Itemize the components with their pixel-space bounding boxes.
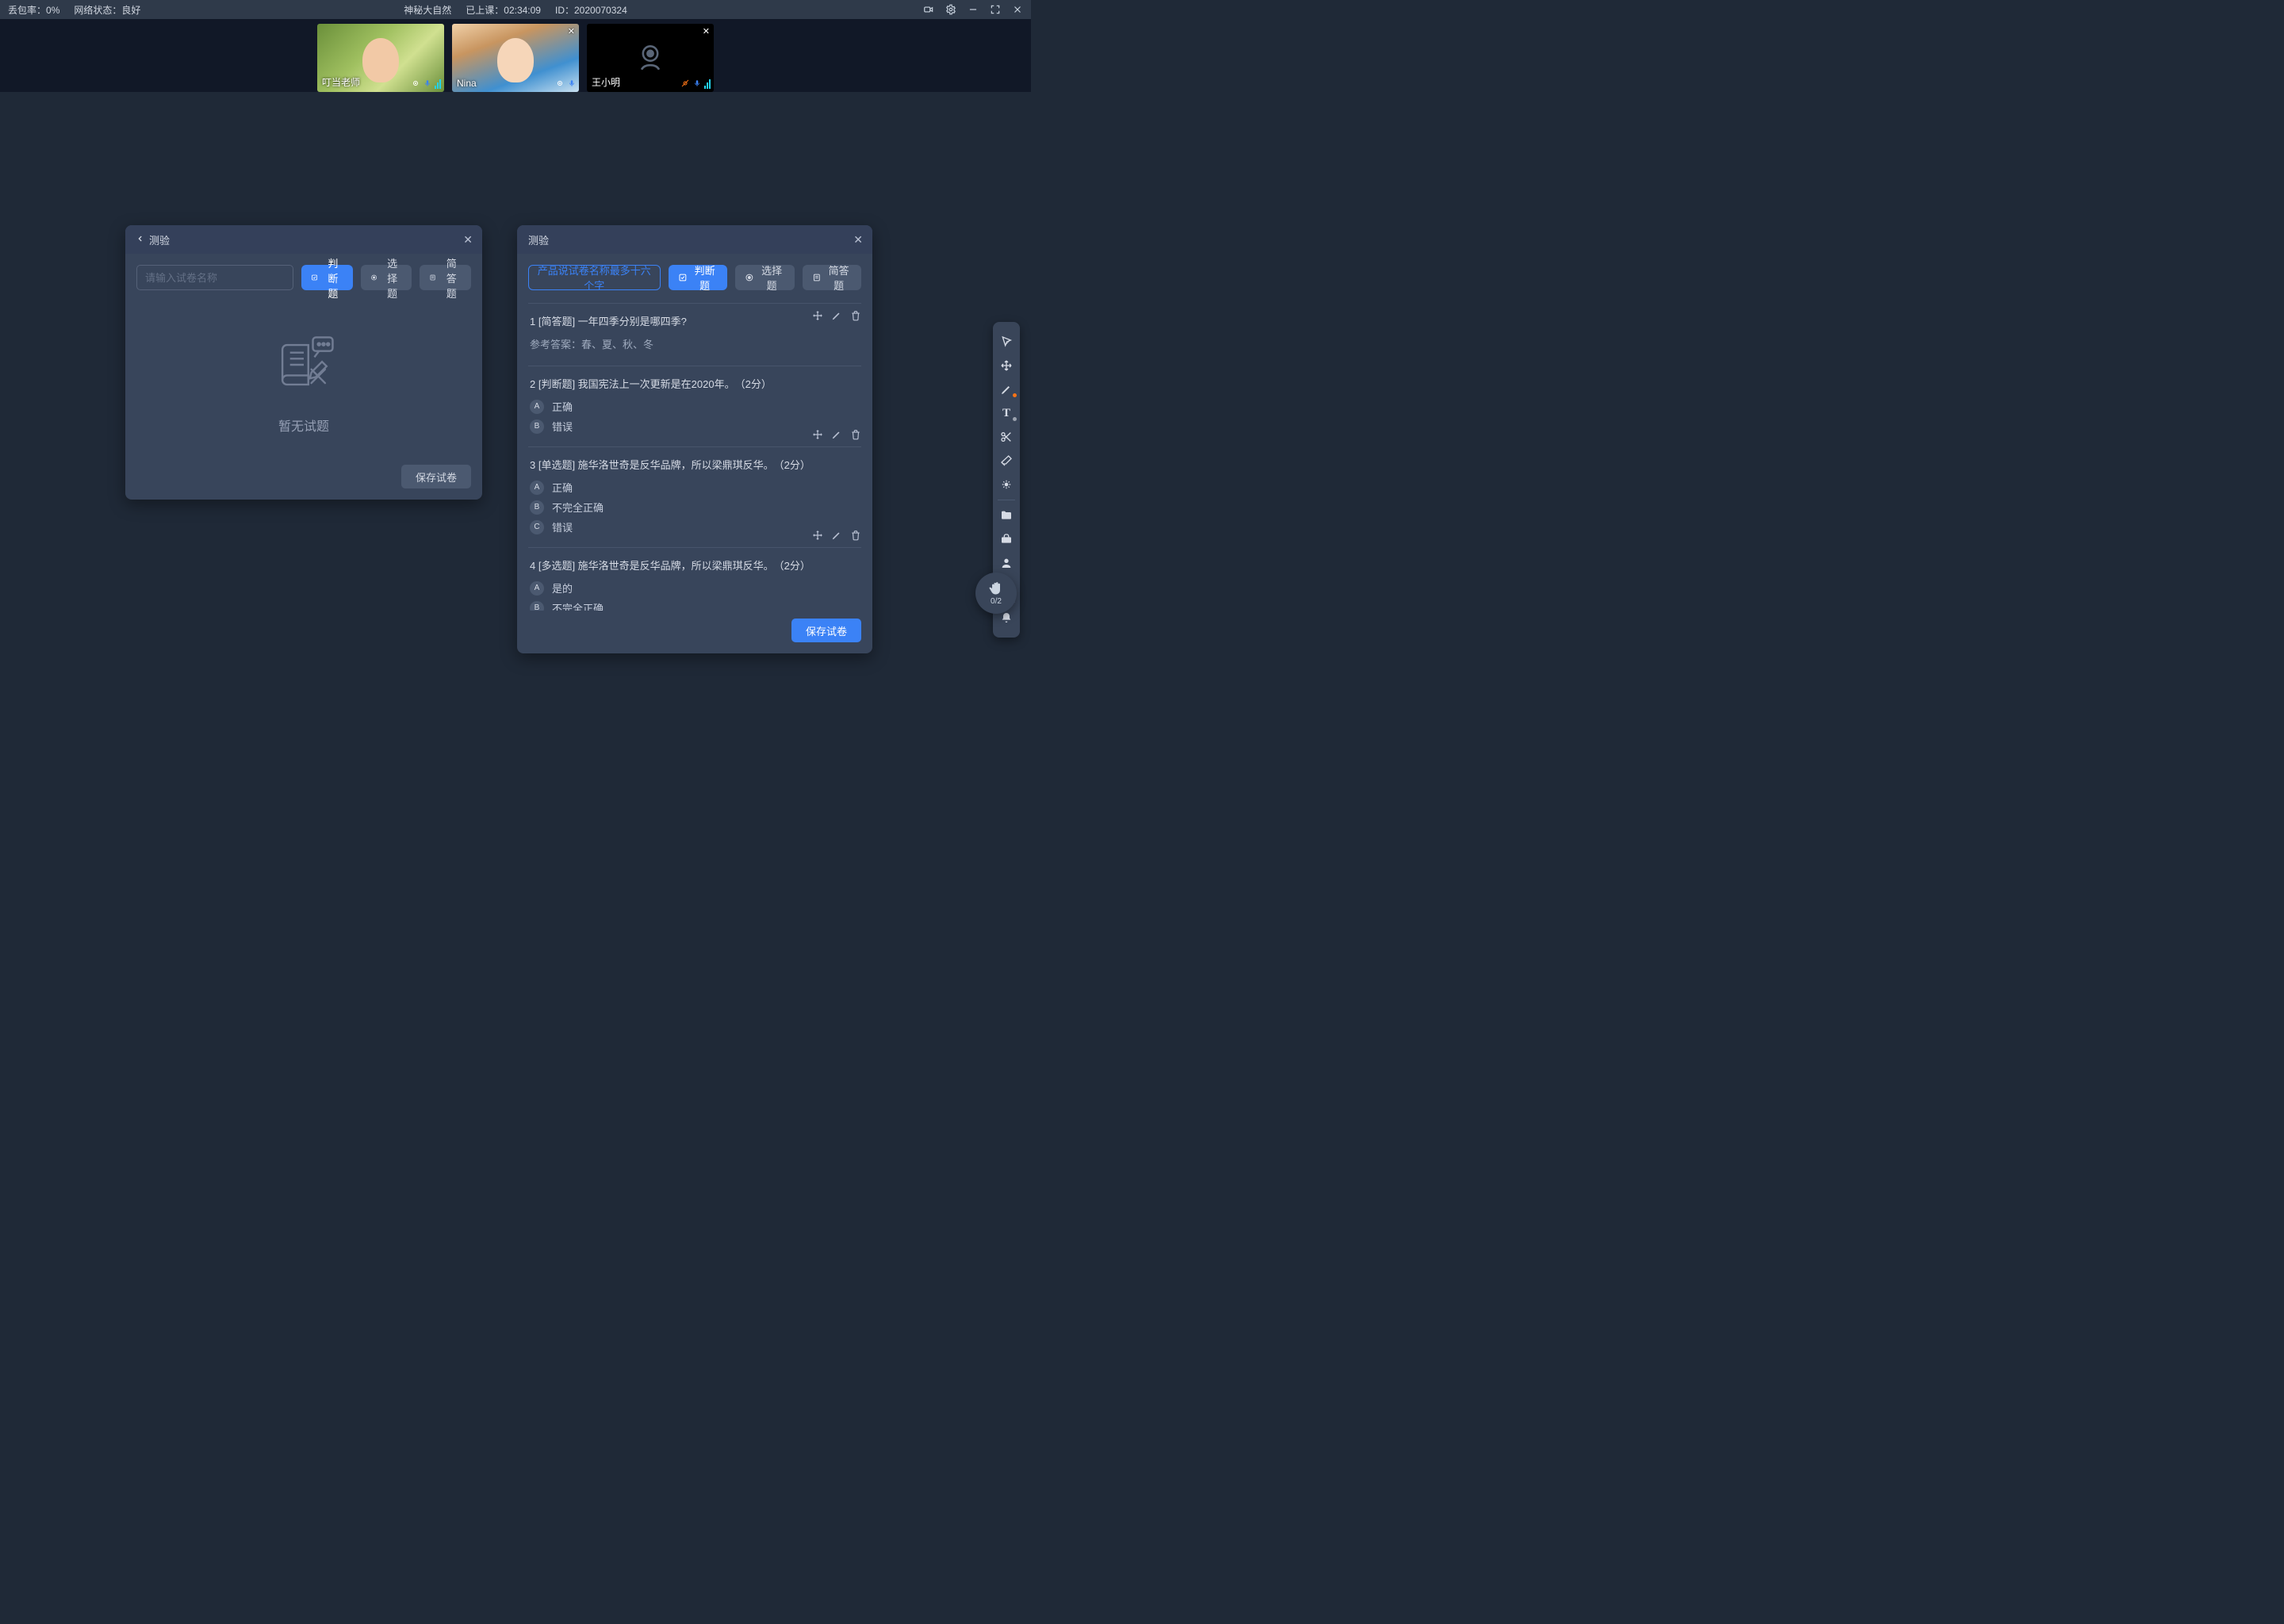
camera-on-icon: [411, 79, 420, 88]
camera-off-badge-icon: [680, 79, 690, 88]
question-option[interactable]: B不完全正确: [530, 500, 860, 515]
quiz-panel-filled: 测验 ✕ 产品说试卷名称最多十六个字 判断题 选择题 简答题 1 [简答题] 一…: [517, 225, 872, 653]
judge-question-button[interactable]: 判断题: [669, 265, 727, 290]
laser-tool-icon[interactable]: [993, 473, 1020, 496]
folder-tool-icon[interactable]: [993, 504, 1020, 527]
option-badge: B: [530, 419, 544, 434]
scissors-tool-icon[interactable]: [993, 425, 1020, 449]
move-icon[interactable]: [812, 310, 823, 321]
panel-close-icon[interactable]: ✕: [853, 233, 863, 247]
network-status: 网络状态：良好: [74, 3, 140, 17]
mic-on-icon: [568, 78, 576, 89]
question-actions: [812, 429, 861, 440]
question-option[interactable]: A是的: [530, 580, 860, 596]
signal-icon: [435, 78, 441, 89]
option-badge: A: [530, 481, 544, 495]
option-badge: A: [530, 400, 544, 414]
pen-tool-icon[interactable]: [993, 377, 1020, 401]
video-strip: 叮当老师 ✕ Nina ✕ 王小明: [0, 19, 1031, 92]
short-answer-button[interactable]: 简答题: [803, 265, 861, 290]
participant-name: 叮当老师: [322, 75, 360, 89]
question-title: 4 [多选题] 施华洛世奇是反华品牌，所以梁鼎琪反华。 （2分）: [530, 557, 860, 573]
mic-on-icon: [693, 78, 701, 89]
room-title: 神秘大自然: [404, 3, 451, 17]
close-icon[interactable]: [1012, 4, 1023, 15]
back-icon[interactable]: [136, 234, 144, 246]
participant-name: Nina: [457, 78, 477, 89]
video-tile[interactable]: 叮当老师: [317, 24, 444, 92]
edit-icon[interactable]: [831, 429, 842, 440]
question-item: 3 [单选题] 施华洛世奇是反华品牌，所以梁鼎琪反华。 （2分） A正确 B不完全正…: [528, 446, 861, 547]
judge-question-button[interactable]: 判断题: [301, 265, 353, 290]
hand-icon: [988, 580, 1004, 596]
tile-close-icon[interactable]: ✕: [703, 26, 710, 36]
question-title: 1 [简答题] 一年四季分别是哪四季?: [530, 313, 860, 328]
video-tile[interactable]: ✕ Nina: [452, 24, 579, 92]
move-tool-icon[interactable]: [993, 354, 1020, 377]
question-title: 2 [判断题] 我国宪法上一次更新是在2020年。 （2分）: [530, 376, 860, 391]
question-answer: 参考答案：春、夏、秋、冬: [530, 336, 860, 351]
text-tool-icon[interactable]: T: [993, 401, 1020, 425]
short-answer-button[interactable]: 简答题: [420, 265, 471, 290]
participant-name: 王小明: [592, 75, 620, 89]
camera-off-icon: [633, 40, 668, 75]
quiz-panel-empty: 测验 ✕ 判断题 选择题 简答题: [125, 225, 482, 500]
question-item: 4 [多选题] 施华洛世奇是反华品牌，所以梁鼎琪反华。 （2分） A是的 B不完全正…: [528, 547, 861, 611]
toolbox-tool-icon[interactable]: [993, 527, 1020, 551]
save-paper-button[interactable]: 保存试卷: [401, 465, 471, 488]
room-id: ID：2020070324: [555, 3, 627, 17]
delete-icon[interactable]: [850, 530, 861, 541]
fullscreen-icon[interactable]: [990, 4, 1001, 15]
delete-icon[interactable]: [850, 429, 861, 440]
save-paper-button[interactable]: 保存试卷: [791, 619, 861, 642]
camera-toggle-icon[interactable]: [923, 4, 934, 15]
eraser-tool-icon[interactable]: [993, 449, 1020, 473]
video-tile[interactable]: ✕ 王小明: [587, 24, 714, 92]
question-option[interactable]: C错误: [530, 519, 860, 534]
panel-close-icon[interactable]: ✕: [463, 233, 473, 247]
camera-on-icon: [555, 79, 565, 88]
question-actions: [812, 310, 861, 321]
question-option[interactable]: A正确: [530, 399, 860, 414]
move-icon[interactable]: [812, 530, 823, 541]
empty-text: 暂无试题: [278, 416, 329, 435]
edit-icon[interactable]: [831, 530, 842, 541]
elapsed-time: 已上课：02:34:09: [466, 3, 541, 17]
packet-loss: 丢包率：0%: [8, 3, 59, 17]
minimize-icon[interactable]: [968, 4, 979, 15]
question-title: 3 [单选题] 施华洛世奇是反华品牌，所以梁鼎琪反华。 （2分）: [530, 457, 860, 472]
option-badge: A: [530, 581, 544, 596]
option-badge: B: [530, 601, 544, 611]
mic-on-icon: [423, 78, 431, 89]
status-bar: 丢包率：0% 网络状态：良好 神秘大自然 已上课：02:34:09 ID：202…: [0, 0, 1031, 19]
signal-icon: [704, 78, 711, 89]
gear-icon[interactable]: [945, 4, 956, 15]
question-option[interactable]: B不完全正确: [530, 600, 860, 611]
choice-question-button[interactable]: 选择题: [735, 265, 794, 290]
panel-title: 测验: [528, 232, 549, 247]
question-item: 1 [简答题] 一年四季分别是哪四季? 参考答案：春、夏、秋、冬: [528, 303, 861, 366]
hand-count: 0/2: [991, 597, 1002, 606]
question-option[interactable]: A正确: [530, 480, 860, 495]
choice-question-button[interactable]: 选择题: [361, 265, 412, 290]
question-actions: [812, 530, 861, 541]
cursor-tool-icon[interactable]: [993, 330, 1020, 354]
tile-close-icon[interactable]: ✕: [568, 26, 575, 36]
option-badge: B: [530, 500, 544, 515]
empty-illustration-icon: [266, 327, 342, 403]
delete-icon[interactable]: [850, 310, 861, 321]
move-icon[interactable]: [812, 429, 823, 440]
question-item: 2 [判断题] 我国宪法上一次更新是在2020年。 （2分） A正确 B错误: [528, 366, 861, 446]
hand-raise-badge[interactable]: 0/2: [975, 573, 1017, 614]
edit-icon[interactable]: [831, 310, 842, 321]
user-tool-icon[interactable]: [993, 551, 1020, 575]
question-option[interactable]: B错误: [530, 419, 860, 434]
paper-name-input[interactable]: [136, 265, 293, 290]
panel-title: 测验: [149, 232, 170, 247]
option-badge: C: [530, 520, 544, 534]
paper-name-display[interactable]: 产品说试卷名称最多十六个字: [528, 265, 661, 290]
